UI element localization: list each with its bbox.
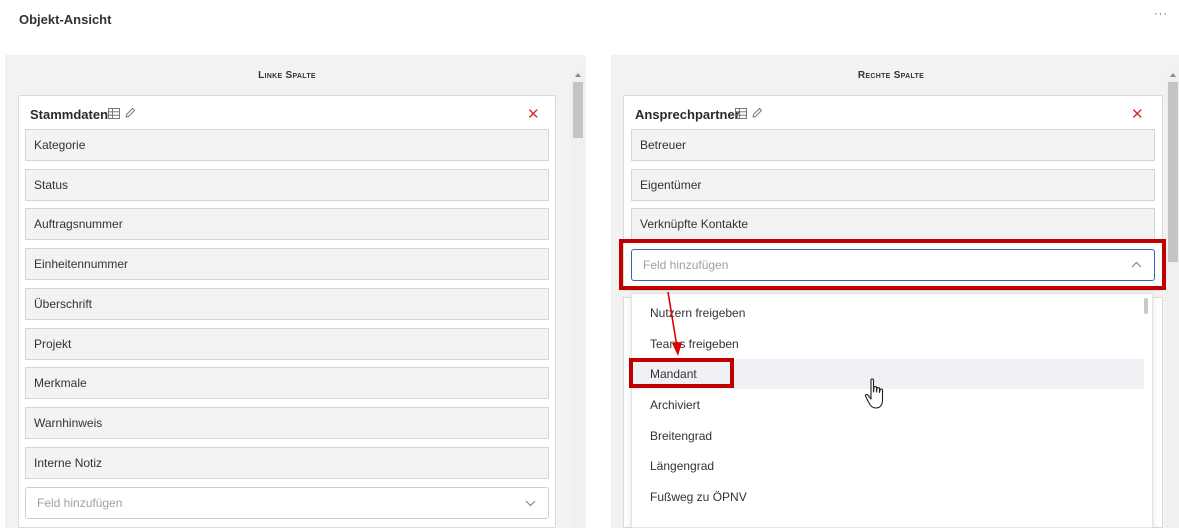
scrollbar-thumb[interactable] — [1168, 82, 1178, 262]
close-icon[interactable]: ✕ — [527, 107, 540, 122]
scroll-up-icon[interactable] — [1168, 70, 1178, 80]
more-options-button[interactable]: ··· — [1154, 8, 1168, 20]
field-item[interactable]: Verknüpfte Kontakte — [631, 208, 1155, 240]
pencil-icon[interactable] — [751, 107, 763, 119]
card-actions — [735, 107, 763, 119]
right-column-title: Rechte Spalte — [857, 70, 925, 81]
pencil-icon[interactable] — [124, 107, 136, 119]
right-column-scrollbar[interactable] — [1166, 70, 1179, 528]
field-item[interactable]: Einheitennummer — [25, 248, 549, 280]
field-item[interactable]: Betreuer — [631, 129, 1155, 161]
left-column-title: Linke Spalte — [258, 70, 316, 81]
field-item[interactable]: Auftragsnummer — [25, 208, 549, 240]
add-field-placeholder: Feld hinzufügen — [37, 496, 123, 510]
field-item[interactable]: Überschrift — [25, 288, 549, 320]
field-item[interactable]: Projekt — [25, 328, 549, 360]
scrollbar-thumb[interactable] — [573, 82, 583, 138]
page-title: Objekt-Ansicht — [19, 12, 112, 27]
dropdown-option[interactable]: Teams freigeben — [632, 329, 1144, 359]
dropdown-option[interactable]: Fußweg zu ÖPNV — [632, 482, 1144, 512]
table-icon[interactable] — [108, 107, 120, 119]
table-icon[interactable] — [735, 107, 747, 119]
card-title: Stammdaten — [30, 107, 109, 122]
hand-cursor-icon — [864, 378, 884, 409]
field-item[interactable]: Kategorie — [25, 129, 549, 161]
field-item[interactable]: Interne Notiz — [25, 447, 549, 479]
scroll-up-icon[interactable] — [573, 70, 583, 80]
field-dropdown-list[interactable]: Nutzern freigeben Teams freigeben Mandan… — [631, 293, 1153, 528]
field-item[interactable]: Warnhinweis — [25, 407, 549, 439]
close-icon[interactable]: ✕ — [1131, 107, 1144, 122]
field-item[interactable]: Merkmale — [25, 367, 549, 399]
dropdown-option[interactable]: Längengrad — [632, 451, 1144, 481]
field-item[interactable]: Eigentümer — [631, 169, 1155, 201]
add-field-select[interactable]: Feld hinzufügen — [25, 487, 549, 519]
chevron-down-icon — [525, 488, 536, 528]
card-title: Ansprechpartner — [635, 107, 740, 122]
field-item[interactable]: Status — [25, 169, 549, 201]
dropdown-scrollbar[interactable] — [1144, 298, 1148, 314]
card-actions — [108, 107, 136, 119]
dropdown-option[interactable]: Breitengrad — [632, 421, 1144, 451]
highlight-box-select — [619, 239, 1166, 290]
left-column-scrollbar[interactable] — [571, 70, 584, 528]
dropdown-option[interactable]: Nutzern freigeben — [632, 298, 1144, 328]
highlight-box-option — [629, 358, 734, 388]
